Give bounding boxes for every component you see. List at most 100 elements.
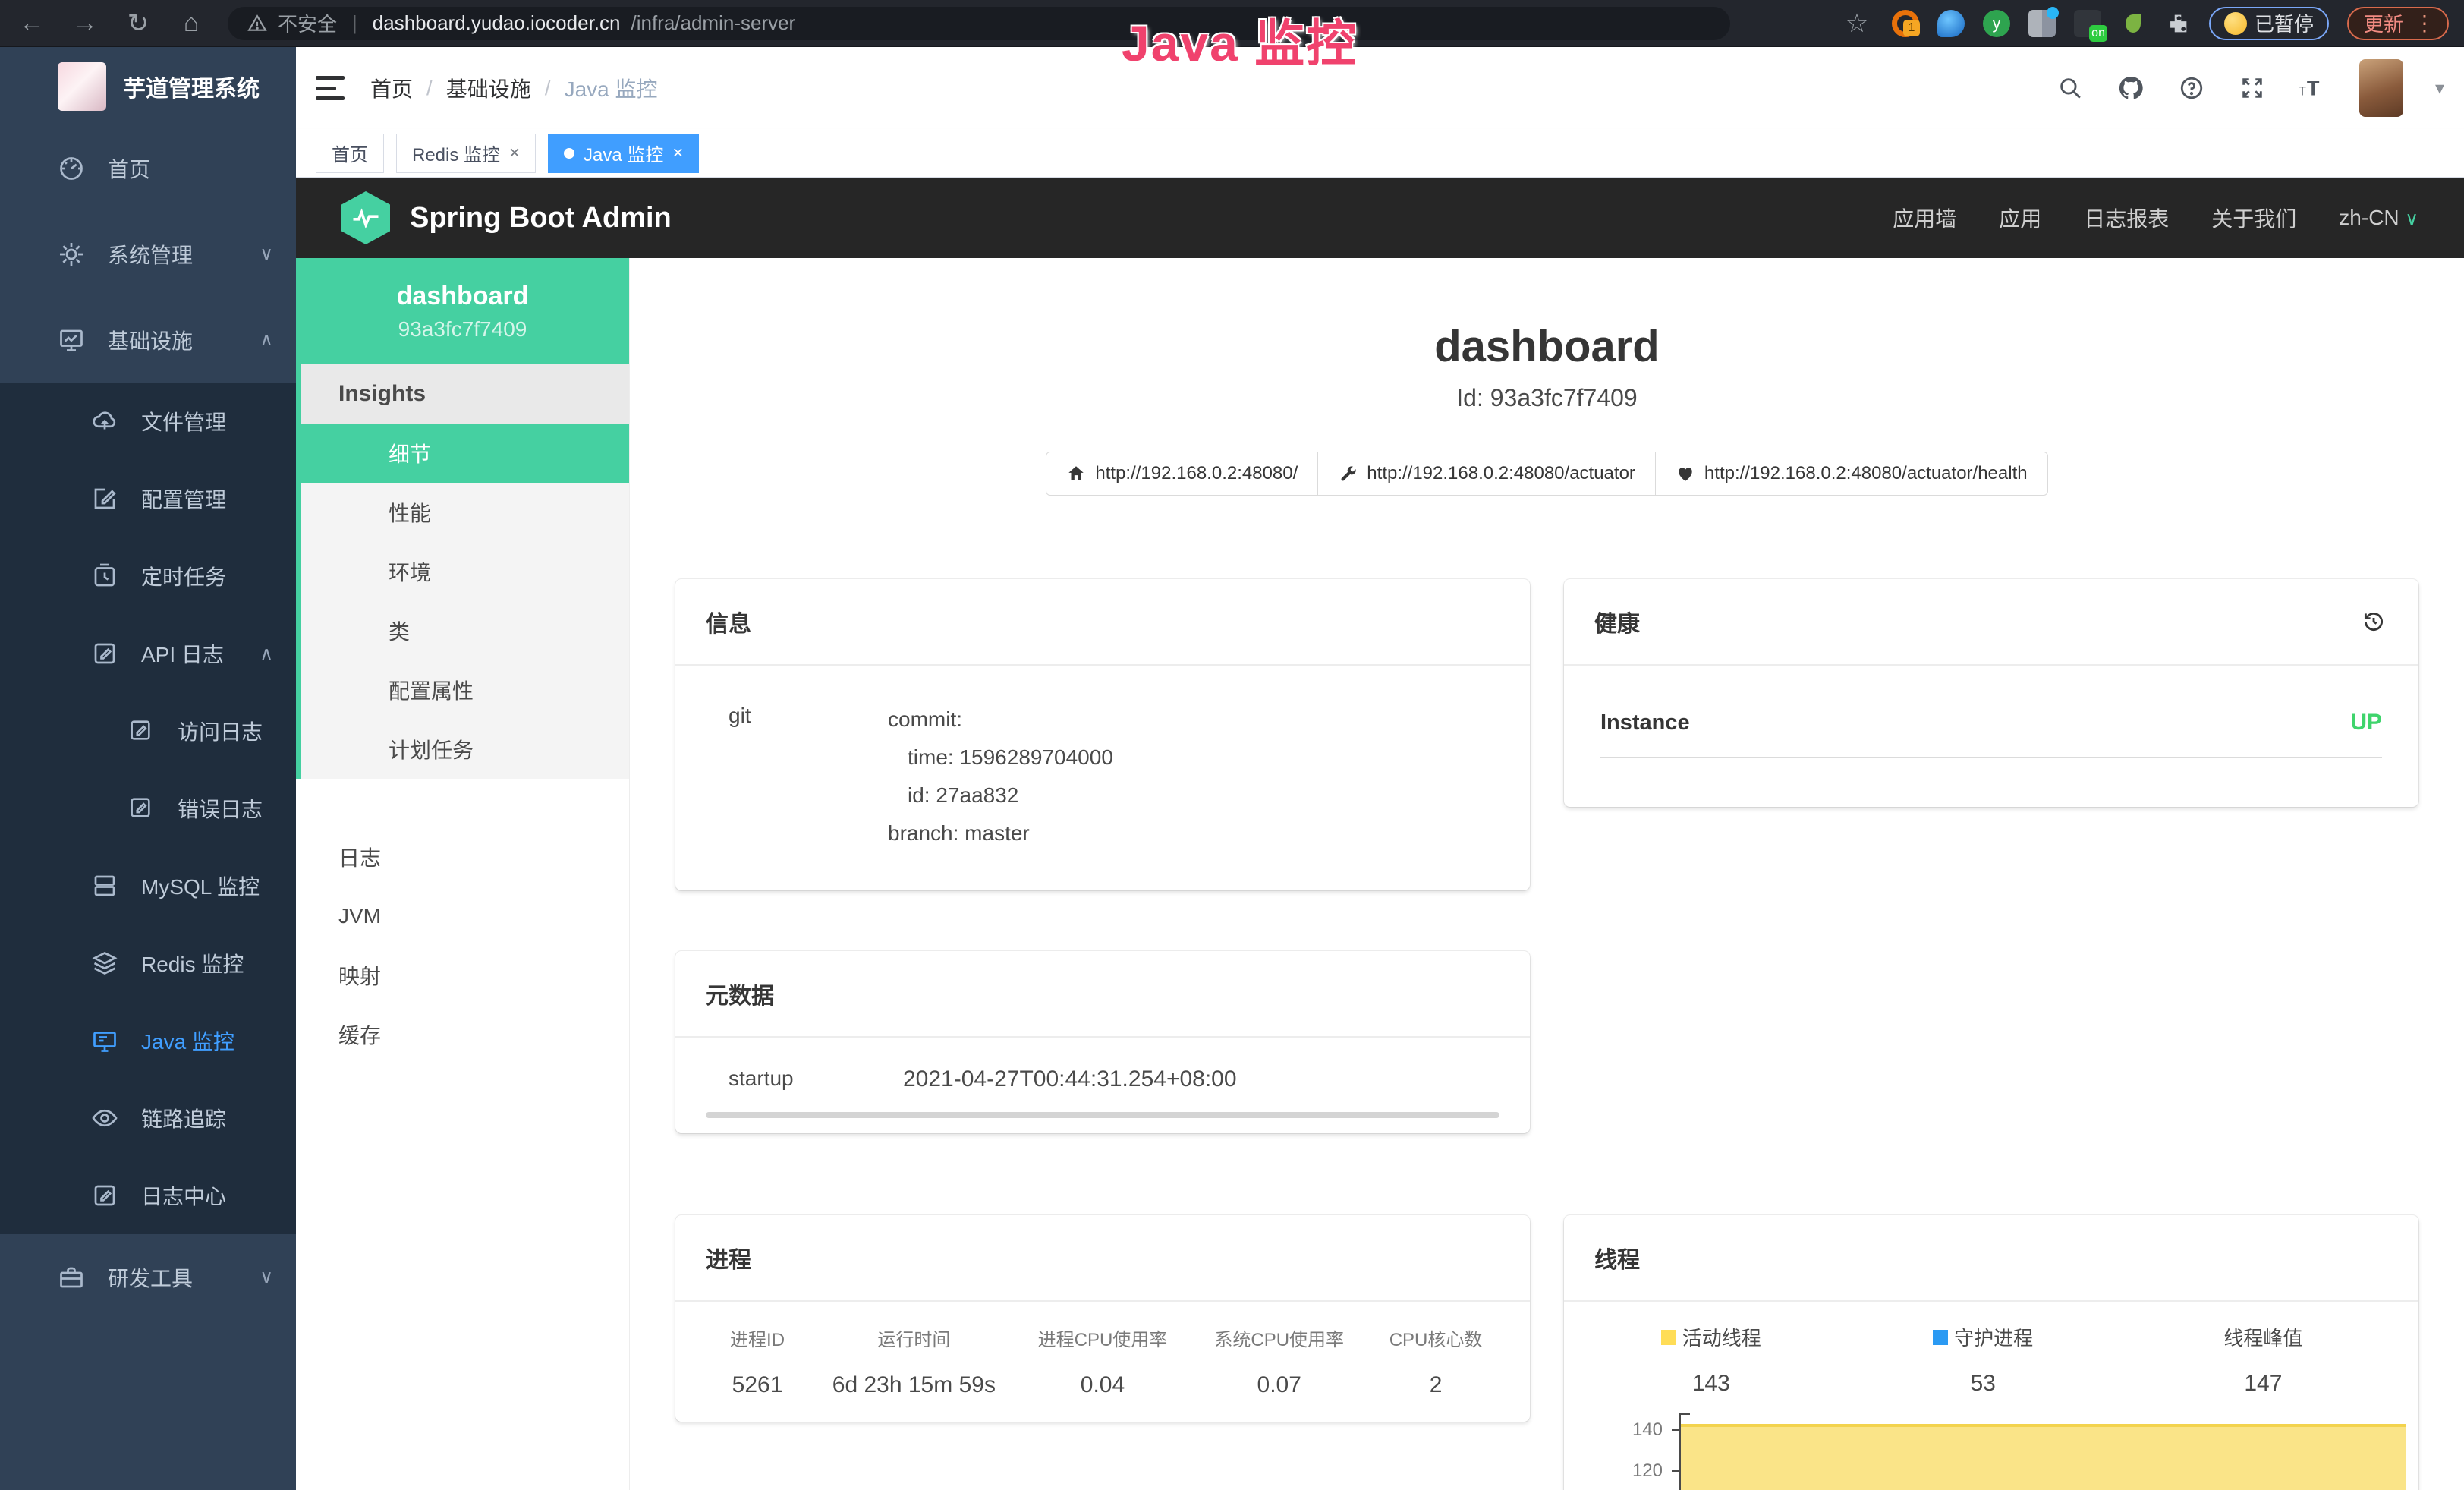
sba-nav-wallboard[interactable]: 应用墙 [1893,203,1956,233]
instance-menu-logs[interactable]: 日志 [296,827,629,887]
reload-icon[interactable]: ↻ [121,7,155,40]
help-icon[interactable] [2177,74,2206,102]
git-time-line: time: 1596289704000 [888,739,1499,777]
sidebar-item-config-manage[interactable]: 配置管理 [0,460,296,537]
horizontal-scrollbar[interactable] [706,1112,1499,1118]
sidebar-item-home[interactable]: 首页 [0,125,296,211]
user-menu-caret-icon[interactable]: ▾ [2435,77,2444,99]
process-pid: 5261 [701,1372,813,1398]
sidebar-item-label: 系统管理 [108,239,193,269]
actuator-url-button[interactable]: http://192.168.0.2:48080/actuator [1317,452,1656,496]
extension-colorzilla-icon[interactable]: 1 [1892,10,1919,37]
health-url-button[interactable]: http://192.168.0.2:48080/actuator/health [1655,452,2048,496]
close-icon[interactable]: × [509,143,520,164]
sidebar-item-scheduled-job[interactable]: 定时任务 [0,537,296,615]
sidebar-item-dev-tools[interactable]: 研发工具 ∨ [0,1234,296,1320]
instance-menu-caches[interactable]: 缓存 [296,1005,629,1064]
sidebar-item-log-center[interactable]: 日志中心 [0,1157,296,1234]
sba-nav-about[interactable]: 关于我们 [2211,203,2296,233]
sidebar-item-java-monitor[interactable]: Java 监控 [0,1002,296,1079]
sba-nav-journal[interactable]: 日志报表 [2084,203,2169,233]
sidebar-item-redis-monitor[interactable]: Redis 监控 [0,925,296,1002]
info-value: commit: time: 1596289704000 id: 27aa832 … [888,701,1499,852]
sidebar-item-label: 文件管理 [141,406,226,436]
process-card: 进程 进程ID5261 运行时间6d 23h 15m 59s 进程CPU使用率0… [675,1215,1530,1422]
page-instance-id: Id: 93a3fc7f7409 [630,384,2464,412]
sidebar-item-label: Redis 监控 [141,948,244,978]
eye-icon [91,1104,118,1132]
instance-menu-environment[interactable]: 环境 [301,542,629,601]
cloud-upload-icon [91,408,118,435]
edit-note-icon [91,1182,118,1209]
sidebar-item-access-log[interactable]: 访问日志 [0,692,296,770]
extension-sprout-icon[interactable] [2119,10,2147,37]
main-column: 首页 / 基础设施 / Java 监控 [296,47,2464,1490]
breadcrumb-separator: / [426,76,433,100]
instance-menu-scheduled-tasks[interactable]: 计划任务 [301,720,629,779]
sidebar-item-infra[interactable]: 基础设施 ∧ [0,297,296,383]
bookmark-star-icon[interactable]: ☆ [1840,7,1874,40]
hamburger-icon[interactable] [316,76,345,100]
forward-icon[interactable]: → [68,7,102,40]
app-logo-row[interactable]: 芋道管理系统 [0,47,296,125]
sidebar-item-mysql-monitor[interactable]: MySQL 监控 [0,847,296,925]
server-icon [91,872,118,899]
update-label: 更新 [2364,9,2403,37]
chevron-down-icon: ∨ [260,243,273,265]
instance-menu-metrics[interactable]: 性能 [301,483,629,542]
metadata-card-title: 元数据 [706,977,774,1010]
instance-menu-jvm[interactable]: JVM [296,887,629,946]
tick-mark [1672,1429,1679,1431]
service-url: http://192.168.0.2:48080/ [1095,463,1298,484]
back-icon[interactable]: ← [15,7,49,40]
search-icon[interactable] [2056,74,2085,102]
tab-home[interactable]: 首页 [316,134,384,173]
paused-extension-button[interactable]: 已暂停 [2209,7,2329,40]
screen: ← → ↻ ⌂ 不安全 | dashboard.yudao.iocoder.cn… [0,0,2464,1490]
service-url-button[interactable]: http://192.168.0.2:48080/ [1046,452,1318,496]
user-avatar[interactable] [2359,59,2403,117]
instance-menu-mappings[interactable]: 映射 [296,946,629,1005]
sidebar-item-file-manage[interactable]: 文件管理 [0,383,296,460]
sidebar-item-error-log[interactable]: 错误日志 [0,770,296,847]
sba-language-select[interactable]: zh-CN ∨ [2339,206,2418,230]
address-bar[interactable]: 不安全 | dashboard.yudao.iocoder.cn/infra/a… [228,7,1730,40]
extension-vue-devtools-icon[interactable]: y [1983,10,2010,37]
chrome-update-button[interactable]: 更新 ⋮ [2347,7,2449,40]
tab-label: Java 监控 [584,140,663,166]
instance-menu-config-props[interactable]: 配置属性 [301,660,629,720]
extension-switch-icon[interactable]: on [2074,10,2101,37]
sidebar-item-trace[interactable]: 链路追踪 [0,1079,296,1157]
breadcrumb-home[interactable]: 首页 [370,73,413,103]
close-icon[interactable]: × [672,143,683,164]
extension-grid-icon[interactable] [2028,10,2056,37]
menu-kebab-icon[interactable]: ⋮ [2414,11,2435,36]
sidebar-item-system[interactable]: 系统管理 ∨ [0,211,296,297]
y-axis-cap [1679,1413,1690,1415]
sba-nav-applications[interactable]: 应用 [1999,203,2041,233]
tab-redis-monitor[interactable]: Redis 监控 × [396,134,536,173]
extension-pin-icon[interactable] [1937,10,1965,37]
home-icon[interactable]: ⌂ [175,7,208,40]
sidebar-item-label: API 日志 [141,638,224,669]
extensions-puzzle-icon[interactable] [2165,11,2191,36]
instance-menu-classes[interactable]: 类 [301,601,629,660]
edit-square-icon [91,485,118,512]
sidebar-item-label: 错误日志 [178,793,263,824]
fullscreen-icon[interactable] [2238,74,2267,102]
emoji-icon [2224,12,2247,35]
github-icon[interactable] [2116,74,2145,102]
timer-icon [91,562,118,590]
security-label: 不安全 [278,9,337,37]
history-icon[interactable] [2359,607,2388,636]
instance-menu-details[interactable]: 细节 [301,424,629,483]
font-size-icon[interactable]: TT [2299,74,2327,102]
tab-java-monitor[interactable]: Java 监控 × [548,134,699,173]
tab-label: 首页 [332,140,368,166]
process-col-header: 系统CPU使用率 [1191,1325,1367,1351]
sidebar-item-api-log[interactable]: API 日志 ∧ [0,615,296,692]
breadcrumb-infra[interactable]: 基础设施 [446,73,531,103]
paused-label: 已暂停 [2255,9,2314,37]
live-threads-area [1681,1424,2406,1490]
instance-name: dashboard [397,282,529,311]
